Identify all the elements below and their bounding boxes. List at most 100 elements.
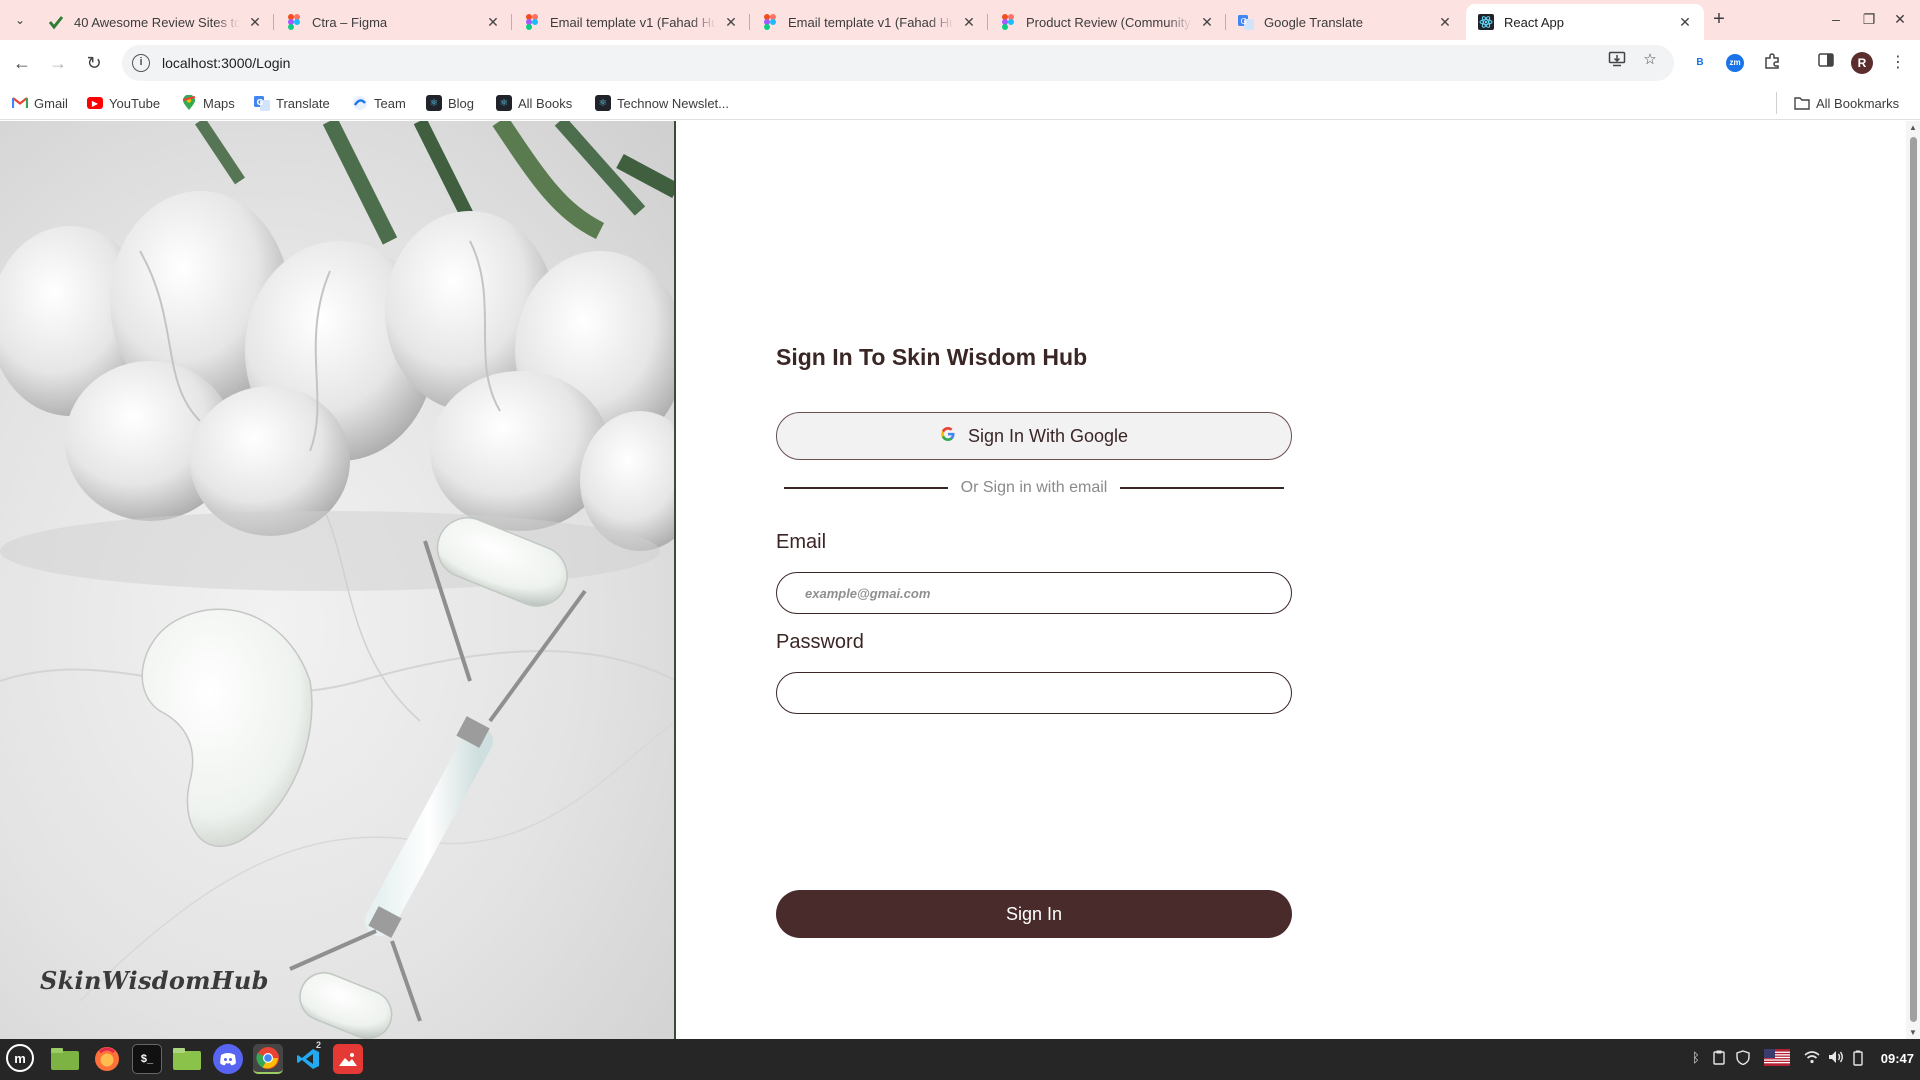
password-label: Password	[776, 631, 864, 653]
image-viewer-icon[interactable]	[333, 1044, 363, 1074]
close-tab-icon[interactable]: ✕	[960, 14, 978, 31]
forward-arrow-icon[interactable]: →	[46, 51, 70, 75]
tab-title: Email template v1 (Fahad Hu	[550, 14, 716, 30]
tab-review-sites[interactable]: 40 Awesome Review Sites to ✕	[36, 4, 274, 40]
scroll-up-icon[interactable]: ▲	[1908, 123, 1918, 132]
figma-icon	[762, 14, 778, 30]
bookmark-gmail[interactable]: Gmail	[12, 92, 68, 114]
vscode-icon[interactable]: 2	[293, 1040, 323, 1074]
google-signin-button[interactable]: Sign In With Google	[776, 412, 1292, 460]
page-title: Sign In To Skin Wisdom Hub	[776, 344, 1088, 370]
install-app-icon[interactable]	[1607, 50, 1627, 70]
window-close-icon[interactable]: ✕	[1888, 8, 1912, 32]
svg-text:G: G	[1241, 17, 1247, 26]
profile-avatar[interactable]: R	[1851, 52, 1873, 74]
all-bookmarks-button[interactable]: All Bookmarks	[1794, 92, 1899, 114]
shield-icon[interactable]	[1736, 1050, 1750, 1068]
address-bar[interactable]: i localhost:3000/Login	[122, 45, 1674, 81]
files-folder-icon[interactable]	[172, 1044, 202, 1074]
battery-icon[interactable]	[1853, 1050, 1863, 1069]
terminal-icon[interactable]: $_	[132, 1044, 162, 1074]
google-signin-label: Sign In With Google	[967, 425, 1129, 446]
browser-toolbar: ← → ↻ i localhost:3000/Login ☆ B zm R ⋮	[0, 40, 1920, 86]
tab-email-template-2[interactable]: Email template v1 (Fahad Hu ✕	[750, 4, 988, 40]
figma-icon	[1000, 14, 1016, 30]
site-info-icon[interactable]: i	[132, 54, 150, 72]
wifi-icon[interactable]	[1804, 1050, 1820, 1067]
bookmark-label: Team	[374, 95, 406, 111]
bookmark-label: Blog	[448, 95, 475, 111]
password-field[interactable]	[776, 672, 1292, 714]
bookmark-technow[interactable]: ⚛ Technow Newslet...	[595, 92, 729, 114]
volume-icon[interactable]	[1828, 1050, 1844, 1067]
bookmark-star-icon[interactable]: ☆	[1640, 50, 1660, 70]
tab-title: React App	[1504, 14, 1564, 30]
or-divider-text: Or Sign in with email	[960, 479, 1108, 496]
tab-google-translate[interactable]: G Google Translate ✕	[1226, 4, 1464, 40]
firefox-icon[interactable]	[92, 1044, 122, 1074]
extensions-puzzle-icon[interactable]	[1761, 52, 1783, 74]
extension-b-icon[interactable]: B	[1689, 52, 1711, 74]
check-icon	[48, 14, 64, 30]
tab-ctra-figma[interactable]: Ctra – Figma ✕	[274, 4, 512, 40]
tab-react-app[interactable]: React App ✕	[1466, 4, 1704, 40]
back-arrow-icon[interactable]: ←	[10, 51, 34, 75]
tab-search-chevron-icon[interactable]: ⌄	[8, 8, 32, 32]
bookmark-maps[interactable]: Maps	[181, 92, 235, 114]
bookmark-all-books[interactable]: ⚛ All Books	[496, 92, 572, 114]
close-tab-icon[interactable]: ✕	[1198, 14, 1216, 31]
tab-title: Google Translate	[1264, 14, 1364, 30]
new-tab-plus-icon[interactable]: +	[1707, 8, 1731, 32]
discord-icon[interactable]	[213, 1044, 243, 1074]
close-tab-icon[interactable]: ✕	[246, 14, 264, 31]
books-icon: ⚛	[496, 95, 512, 111]
chrome-icon[interactable]	[253, 1044, 283, 1074]
tab-title: 40 Awesome Review Sites to	[74, 14, 240, 30]
close-tab-icon[interactable]: ✕	[722, 14, 740, 31]
close-tab-icon[interactable]: ✕	[1436, 14, 1454, 31]
figma-icon	[286, 14, 302, 30]
tab-product-review[interactable]: Product Review (Community ✕	[988, 4, 1226, 40]
tab-title: Product Review (Community	[1026, 14, 1191, 30]
tab-title: Email template v1 (Fahad Hu	[788, 14, 954, 30]
side-panel-icon[interactable]	[1815, 52, 1837, 74]
restore-icon[interactable]: ❐	[1857, 8, 1881, 32]
page-viewport: SkinWisdomHub Sign In To Skin Wisdom Hub…	[0, 121, 1920, 1039]
signin-button[interactable]: Sign In	[776, 890, 1292, 938]
page-scrollbar[interactable]: ▲ ▼	[1906, 121, 1920, 1039]
clock[interactable]: 09:47	[1881, 1051, 1914, 1066]
email-label: Email	[776, 531, 827, 553]
bookmark-team[interactable]: Team	[352, 92, 406, 114]
bookmark-youtube[interactable]: ▶ YouTube	[87, 92, 160, 114]
menu-kebab-icon[interactable]: ⋮	[1887, 52, 1909, 74]
figma-icon	[524, 14, 540, 30]
bookmark-translate[interactable]: G Translate	[254, 92, 330, 114]
extension-zm-icon[interactable]: zm	[1726, 54, 1744, 72]
start-menu-icon[interactable]: m	[6, 1044, 34, 1072]
tab-email-template-1[interactable]: Email template v1 (Fahad Hu ✕	[512, 4, 750, 40]
google-g-icon	[940, 426, 956, 447]
close-tab-icon[interactable]: ✕	[1676, 14, 1694, 31]
hero-photo-illustration	[0, 121, 674, 1039]
bookmark-label: Technow Newslet...	[617, 95, 729, 111]
show-desktop-icon[interactable]	[50, 1044, 80, 1074]
scrollbar-thumb[interactable]	[1910, 137, 1917, 1022]
login-form: Sign In To Skin Wisdom Hub Sign In With …	[776, 344, 1292, 938]
youtube-icon: ▶	[87, 97, 103, 109]
bluetooth-icon[interactable]: ᛒ	[1692, 1050, 1700, 1065]
email-field[interactable]	[776, 572, 1292, 614]
workspace-badge: 2	[315, 1040, 321, 1050]
reload-icon[interactable]: ↻	[82, 51, 106, 75]
close-tab-icon[interactable]: ✕	[484, 14, 502, 31]
bookmark-blog[interactable]: ⚛ Blog	[426, 92, 474, 114]
hero-image: SkinWisdomHub	[0, 121, 676, 1039]
translate-icon: G	[1238, 14, 1254, 30]
react-icon	[1478, 14, 1494, 30]
minimize-icon[interactable]: –	[1824, 8, 1848, 32]
us-flag-icon[interactable]	[1764, 1049, 1790, 1069]
scroll-down-icon[interactable]: ▼	[1908, 1028, 1918, 1037]
clipboard-icon[interactable]	[1713, 1050, 1725, 1068]
team-icon	[352, 95, 368, 111]
translate-icon: G	[254, 95, 270, 111]
url-text[interactable]: localhost:3000/Login	[162, 55, 290, 71]
